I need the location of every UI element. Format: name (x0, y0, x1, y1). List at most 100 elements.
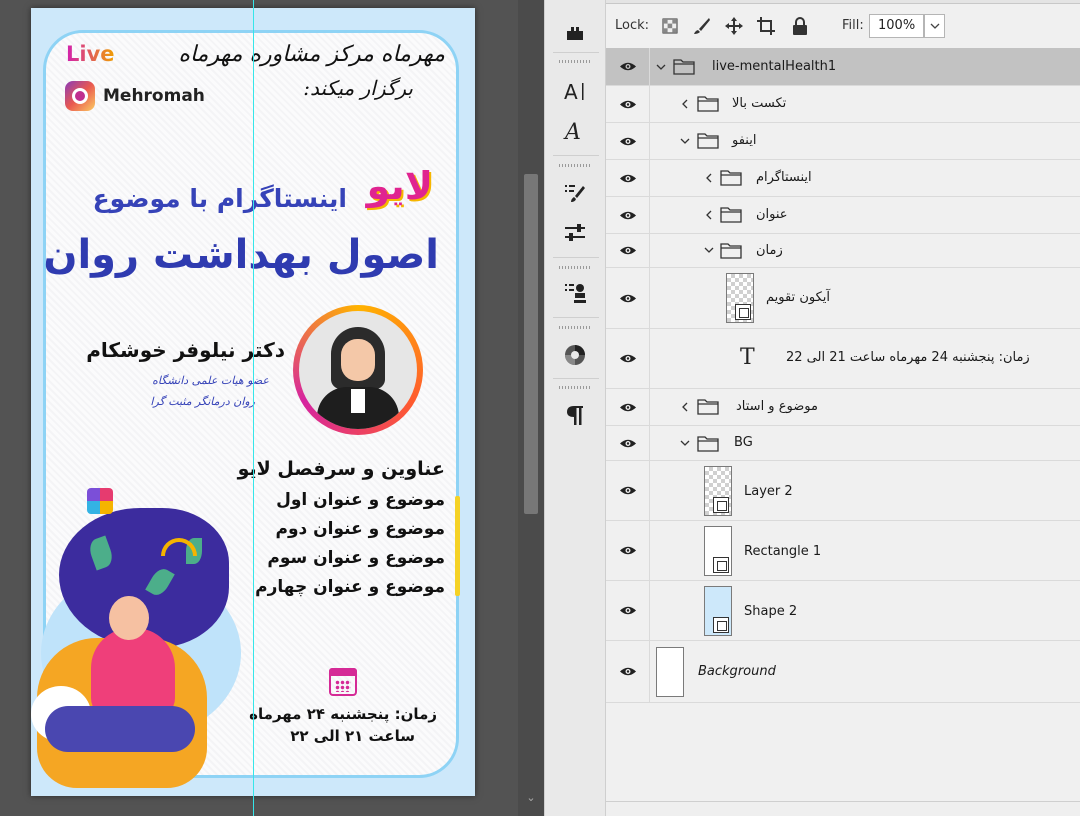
lock-all-icon[interactable] (790, 16, 810, 36)
adjustments-icon[interactable] (557, 216, 593, 250)
layer-row-time-text[interactable]: T زمان: پنجشنبه 24 مهرماه ساعت 21 الی 22 (606, 329, 1080, 389)
eye-icon (619, 354, 636, 363)
layer-row-info[interactable]: اینفو (606, 123, 1080, 160)
fill-input[interactable]: 100% (869, 14, 924, 38)
chevron-right-icon[interactable] (680, 99, 690, 109)
lock-transparent-pixels-icon[interactable] (660, 16, 680, 36)
visibility-toggle[interactable] (606, 389, 650, 425)
scroll-down-icon[interactable]: ⌄ (525, 792, 537, 804)
canvas-vertical-scrollbar[interactable]: ⌄ (518, 0, 544, 816)
visibility-toggle[interactable] (606, 641, 650, 702)
layers-panel: Lock: Fill: 100% live-mentalHealth1 تکست… (606, 0, 1080, 816)
layer-row-layer-2[interactable]: Layer 2 (606, 461, 1080, 521)
canvas-area[interactable]: Live Mehromah مهرماه مرکز مشاوره مهرماه … (0, 0, 518, 816)
layer-row-calendar-icon[interactable]: آیکون تقویم (606, 268, 1080, 329)
eye-icon (619, 439, 636, 447)
chevron-down-icon[interactable] (704, 245, 714, 255)
topic-item: موضوع و عنوان سوم (267, 548, 445, 568)
chevron-down-icon[interactable] (680, 136, 690, 146)
shape-layer-icon (735, 304, 751, 320)
shape-layer-icon (713, 617, 729, 633)
fill-dropdown[interactable] (924, 14, 945, 38)
eye-icon (619, 246, 636, 255)
time-line1: زمان: پنجشنبه ۲۴ مهرماه (249, 705, 437, 723)
layer-name: live-mentalHealth1 (712, 59, 837, 74)
visibility-toggle[interactable] (606, 426, 650, 460)
vertical-guide[interactable] (253, 0, 254, 816)
clone-source-icon[interactable] (557, 276, 593, 310)
organizer-line2: برگزار میکند: (303, 76, 413, 100)
svg-text:A: A (563, 120, 581, 143)
visibility-toggle[interactable] (606, 461, 650, 520)
layer-row-background[interactable]: Background (606, 641, 1080, 703)
layer-name: زمان (756, 243, 783, 258)
mental-health-illustration (31, 478, 271, 796)
character-panel-icon[interactable]: A (557, 74, 593, 108)
layer-thumbnail (726, 273, 754, 323)
chevron-down-icon[interactable] (680, 438, 690, 448)
color-wheel-icon[interactable] (557, 338, 593, 372)
layer-row-topic-teacher[interactable]: موضوع و استاد (606, 389, 1080, 426)
layer-name: اینستاگرام (756, 170, 812, 185)
visibility-toggle[interactable] (606, 268, 650, 328)
visibility-toggle[interactable] (606, 48, 650, 85)
visibility-toggle[interactable] (606, 234, 650, 267)
lock-label: Lock: (615, 18, 650, 33)
layer-thumbnail (656, 647, 684, 697)
layer-name: زمان: پنجشنبه 24 مهرماه ساعت 21 الی 22 (786, 350, 1030, 365)
folder-icon (697, 96, 719, 112)
folder-icon (720, 243, 742, 259)
avatar (299, 311, 417, 429)
topic-item: موضوع و عنوان دوم (275, 519, 445, 539)
instagram-icon (65, 81, 95, 111)
layer-row-title[interactable]: عنوان (606, 197, 1080, 234)
chevron-right-icon[interactable] (704, 210, 714, 220)
layer-row-live-mentalhealth1[interactable]: live-mentalHealth1 (606, 48, 1080, 86)
layer-row-instagram[interactable]: اینستاگرام (606, 160, 1080, 197)
smart-object-icon (713, 497, 729, 513)
visibility-toggle[interactable] (606, 581, 650, 640)
avatar-ring (293, 305, 423, 435)
visibility-toggle[interactable] (606, 86, 650, 122)
shape-layer-icon (713, 557, 729, 573)
glyphs-panel-icon[interactable]: A (557, 114, 593, 148)
visibility-toggle[interactable] (606, 160, 650, 196)
eye-icon (619, 294, 636, 302)
topic-item: موضوع و عنوان چهارم (255, 577, 445, 597)
eye-icon (619, 606, 636, 615)
visibility-toggle[interactable] (606, 329, 650, 388)
folder-icon (697, 133, 719, 149)
brush-settings-icon[interactable] (557, 176, 593, 210)
layer-row-top-text[interactable]: تکست بالا (606, 86, 1080, 123)
layer-name: Rectangle 1 (744, 544, 822, 559)
lock-image-pixels-icon[interactable] (692, 16, 712, 36)
chevron-right-icon[interactable] (704, 173, 714, 183)
folder-icon (720, 207, 742, 223)
topic-accent-bar (455, 496, 460, 596)
scrollbar-thumb[interactable] (524, 174, 538, 514)
layer-thumbnail (704, 466, 732, 516)
doctor-role2: روان درمانگر مثبت گرا (150, 395, 255, 408)
layers-empty-area (606, 703, 1080, 816)
eye-icon (619, 667, 636, 676)
visibility-toggle[interactable] (606, 521, 650, 580)
visibility-toggle[interactable] (606, 123, 650, 159)
eye-icon (619, 486, 636, 495)
lock-artboard-icon[interactable] (756, 16, 776, 36)
doctor-role1: عضو هیات علمی دانشگاه (152, 374, 269, 387)
text-layer-icon: T (740, 345, 755, 370)
layer-row-time-group[interactable]: زمان (606, 234, 1080, 268)
layer-row-shape-2[interactable]: Shape 2 (606, 581, 1080, 641)
chevron-down-icon[interactable] (656, 62, 666, 72)
paragraph-panel-icon[interactable] (557, 398, 593, 432)
lock-row: Lock: Fill: 100% (606, 4, 1080, 48)
layer-name: اینفو (732, 133, 757, 148)
layer-row-bg[interactable]: BG (606, 426, 1080, 461)
layer-row-rectangle-1[interactable]: Rectangle 1 (606, 521, 1080, 581)
chevron-right-icon[interactable] (680, 402, 690, 412)
layers-panel-footer (606, 801, 1080, 816)
topic-item: موضوع و عنوان اول (276, 490, 445, 510)
stamp-tool-icon[interactable] (557, 16, 593, 50)
visibility-toggle[interactable] (606, 197, 650, 233)
lock-position-icon[interactable] (724, 16, 744, 36)
